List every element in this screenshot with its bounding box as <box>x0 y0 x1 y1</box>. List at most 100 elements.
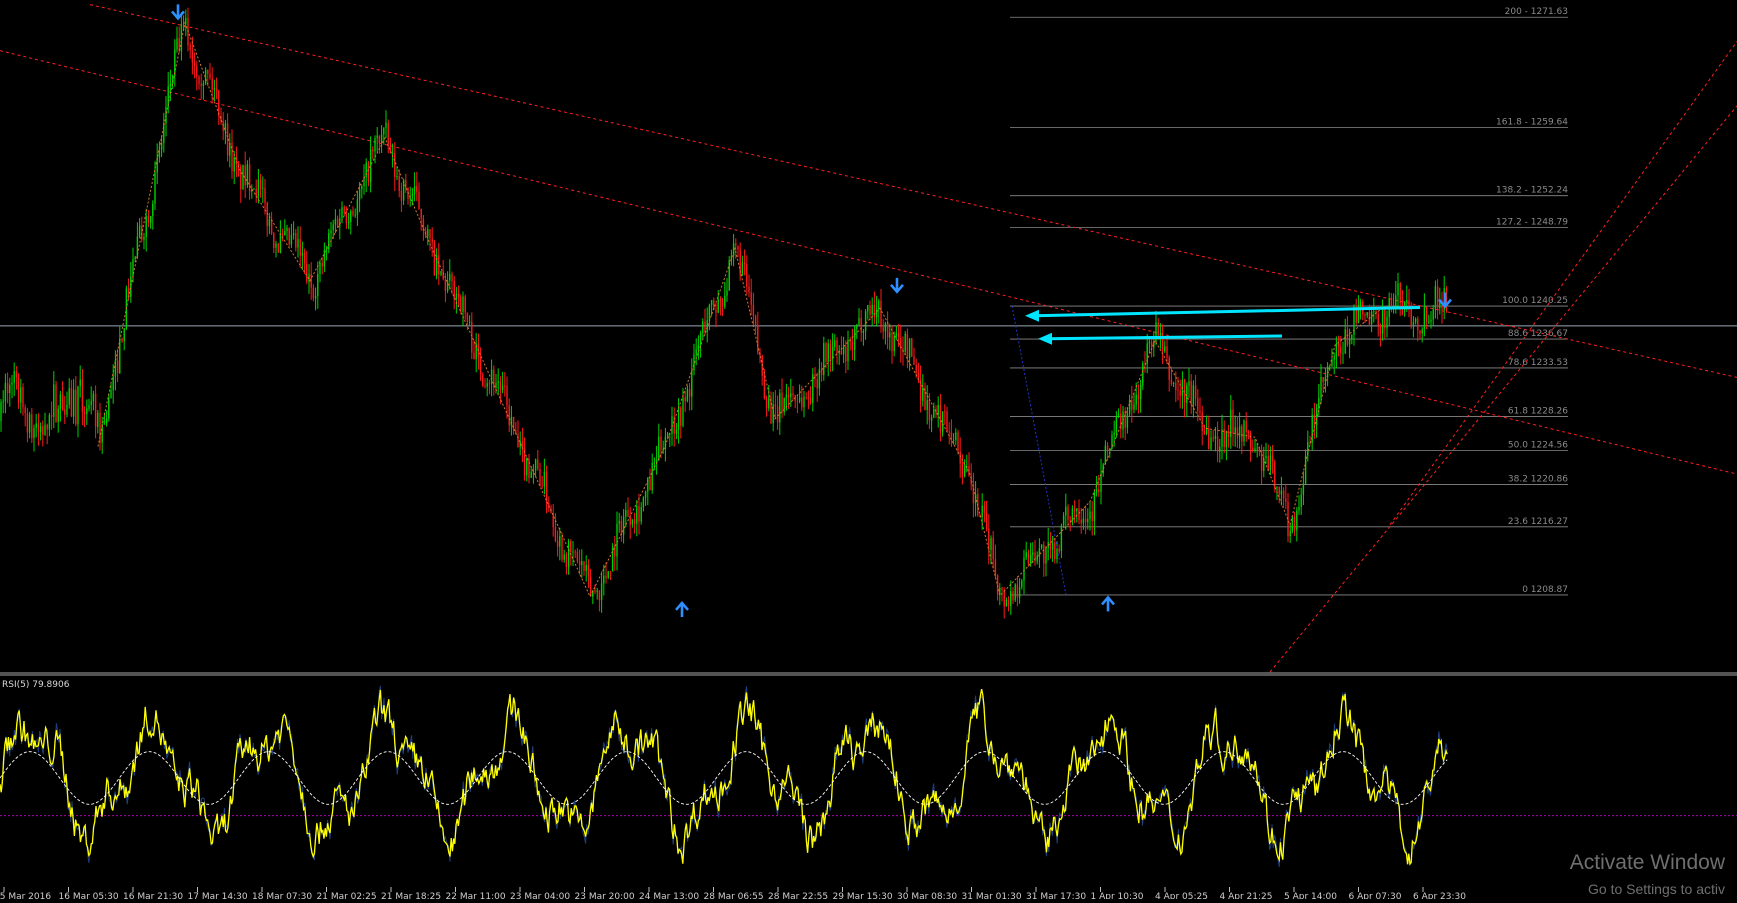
candle-body <box>354 214 356 216</box>
candle-body <box>691 370 693 397</box>
chart-window[interactable]: 200 - 1271.63 161.8 - 1259.64 138.2 - 1252… <box>0 0 1737 902</box>
candle-body <box>1186 385 1188 403</box>
candle-body <box>387 122 389 145</box>
candle-body <box>816 379 818 389</box>
candle-body <box>884 323 887 332</box>
candle-body <box>413 186 416 195</box>
candle-body <box>620 520 623 535</box>
candle-body <box>684 397 686 402</box>
candle-body <box>457 293 460 297</box>
candle-body <box>72 389 75 417</box>
candle-body <box>143 236 145 240</box>
candle-body <box>636 506 638 524</box>
candle-body <box>933 408 935 418</box>
candle-body <box>127 288 130 297</box>
candle-body <box>1298 506 1300 511</box>
candle-body <box>1348 338 1351 345</box>
candle-body <box>372 149 374 152</box>
candle-body <box>578 561 581 566</box>
price-chart[interactable]: 200 - 1271.63 161.8 - 1259.64 138.2 - 1252… <box>0 0 1737 902</box>
candle-body <box>1054 542 1056 560</box>
candle-body <box>1133 404 1135 410</box>
candle-body <box>97 412 99 427</box>
candle-body <box>319 262 321 274</box>
fib-level-label: 161.8 - 1259.64 <box>1496 118 1568 128</box>
candle-body <box>1025 552 1027 558</box>
candle-body <box>233 157 235 172</box>
candle-body <box>1104 445 1107 465</box>
candle-body <box>1168 357 1170 380</box>
candle-body <box>1342 352 1344 354</box>
candle-body <box>48 415 51 430</box>
candle-body <box>556 541 559 547</box>
candle-body <box>1373 310 1375 312</box>
candle-body <box>757 325 759 353</box>
candle-body <box>565 554 568 568</box>
x-tick-label: 31 Mar 01:30 <box>962 892 1022 899</box>
candle-body <box>431 238 433 243</box>
candle-body <box>781 392 783 413</box>
candle-body <box>1214 436 1217 439</box>
candle-body <box>361 186 363 190</box>
candle-body <box>1040 544 1043 549</box>
candle-body <box>541 485 543 487</box>
candle-body <box>90 400 92 406</box>
candle-body <box>61 394 64 410</box>
candle-body <box>1001 587 1003 590</box>
candle-body <box>429 229 431 239</box>
candle-body <box>647 477 649 492</box>
candle-body <box>1280 490 1283 495</box>
candle-body <box>1241 426 1243 442</box>
candle-body <box>1313 414 1316 426</box>
candle-body <box>743 262 746 264</box>
candle-body <box>1007 599 1010 606</box>
candle-body <box>182 23 185 25</box>
candle-body <box>746 263 748 287</box>
candle-body <box>1190 381 1192 405</box>
candle-body <box>1027 552 1030 564</box>
watermark-line-1: Activate Window <box>1569 851 1725 874</box>
fib-level-label: 100.0 1240.25 <box>1502 296 1568 306</box>
candle-body <box>279 233 282 253</box>
candle-body <box>1005 599 1008 607</box>
x-tick-label: 6 Apr 07:30 <box>1349 892 1402 899</box>
candle-body <box>926 399 928 410</box>
candle-body <box>801 397 803 408</box>
candle-body <box>798 397 801 402</box>
candle-body <box>345 213 348 224</box>
candle-body <box>1157 322 1159 336</box>
candle-body <box>306 263 308 282</box>
rsi-signal-line <box>0 751 1448 805</box>
candle-body <box>79 379 81 387</box>
candle-body <box>622 516 625 535</box>
candle-body <box>1401 303 1404 305</box>
candle-body <box>512 416 515 431</box>
candle-body <box>334 218 337 225</box>
candle-body <box>805 396 807 398</box>
candle-body <box>1366 312 1368 316</box>
candle-body <box>0 402 2 422</box>
candle-body <box>416 186 418 192</box>
candle-body <box>752 304 755 316</box>
arrow-shaft <box>1047 334 1283 341</box>
candle-body <box>889 332 891 338</box>
candle-body <box>464 296 466 313</box>
candle-body <box>138 225 141 237</box>
candle-body <box>814 374 816 380</box>
candle-body <box>499 381 502 390</box>
candle-body <box>517 434 519 448</box>
candle-body <box>924 387 926 410</box>
candle-body <box>455 293 458 300</box>
candle-body <box>891 332 893 352</box>
candle-body <box>369 149 372 182</box>
candle-body <box>589 576 592 597</box>
candle-body <box>42 426 44 435</box>
candle-body <box>1300 494 1302 507</box>
candle-body <box>105 418 108 424</box>
candle-body <box>930 417 933 421</box>
candle-body <box>6 382 9 394</box>
candle-body <box>1148 341 1151 344</box>
candle-body <box>1166 346 1168 358</box>
trendline <box>1389 41 1737 526</box>
x-tick-label: 16 Mar 21:30 <box>123 892 183 899</box>
